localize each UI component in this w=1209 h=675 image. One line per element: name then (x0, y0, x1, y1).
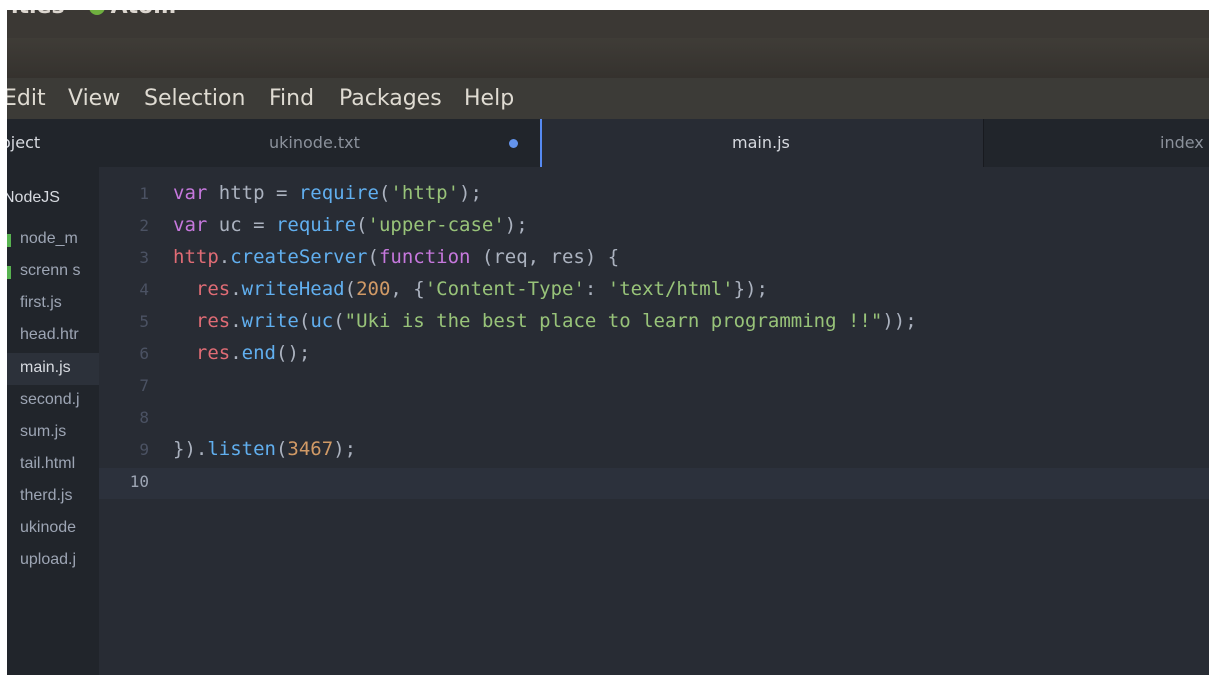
menu-help[interactable]: Help (464, 86, 514, 111)
code-line[interactable]: 4 res.writeHead(200, {'Content-Type': 't… (99, 276, 1209, 307)
tree-view: NodeJS node_m screnn s first.js head.htr… (7, 167, 99, 675)
tree-item-first-js[interactable]: first.js (7, 288, 99, 320)
tree-item-label: ukinode (20, 519, 77, 536)
code-line[interactable]: 9 }).listen(3467); (99, 436, 1209, 467)
tree-item-node-modules[interactable]: node_m (7, 224, 99, 256)
code-text: var http = require('http'); (173, 182, 482, 204)
line-number: 5 (139, 312, 149, 331)
line-number: 8 (139, 408, 149, 427)
code-line[interactable]: 2 var uc = require('upper-case'); (99, 212, 1209, 243)
tree-item-screen-shots[interactable]: screnn s (7, 256, 99, 288)
tab-project-label: oject (7, 133, 41, 152)
code-line[interactable]: 7 (99, 372, 1209, 403)
tree-item-label: node_m (20, 230, 78, 247)
window-title-bar (7, 38, 1209, 78)
line-number: 4 (139, 280, 149, 299)
tree-item-label: sum.js (20, 423, 67, 440)
code-line[interactable]: 6 res.end(); (99, 340, 1209, 371)
tree-item-ukinode[interactable]: ukinode (7, 513, 99, 545)
tree-item-second-js[interactable]: second.j (7, 385, 99, 417)
menu-view[interactable]: View (68, 86, 120, 111)
code-line[interactable]: 3 http.createServer(function (req, res) … (99, 244, 1209, 275)
line-number: 1 (139, 184, 149, 203)
tab-label: main.js (732, 133, 790, 152)
code-editor[interactable]: 1 var http = require('http'); 2 var uc =… (99, 167, 1209, 675)
menu-edit[interactable]: Edit (7, 86, 46, 111)
code-text: res.write(uc("Uki is the best place to l… (195, 310, 917, 332)
tree-item-tail-html[interactable]: tail.html (7, 449, 99, 481)
code-line[interactable]: 8 (99, 404, 1209, 435)
tab-main-js[interactable]: main.js (540, 119, 983, 167)
tree-item-label: tail.html (20, 455, 76, 472)
line-number: 3 (139, 248, 149, 267)
tab-label: ukinode.txt (269, 133, 360, 152)
tree-item-label: second.j (20, 391, 80, 408)
tree-item-label: screnn s (20, 262, 81, 279)
code-text: }).listen(3467); (173, 438, 357, 460)
modified-dot-icon[interactable] (509, 139, 518, 148)
system-top-bar: ities Atom (7, 10, 1209, 38)
tab-ukinode-txt[interactable]: ukinode.txt (99, 119, 540, 167)
line-number: 7 (139, 376, 149, 395)
menu-packages[interactable]: Packages (339, 86, 442, 111)
tab-project[interactable]: oject (7, 119, 99, 167)
code-text: res.end(); (195, 342, 311, 364)
app-name-label[interactable]: Atom (111, 10, 177, 19)
system-bar-text: ities Atom (11, 10, 176, 19)
tree-item-label: therd.js (20, 487, 73, 504)
folder-icon (7, 234, 11, 247)
tab-bar: oject ukinode.txt main.js index (7, 119, 1209, 167)
tree-item-label: first.js (20, 294, 62, 311)
atom-app-icon (88, 10, 105, 15)
line-number: 6 (139, 344, 149, 363)
menu-selection[interactable]: Selection (144, 86, 245, 111)
tree-item-upload-js[interactable]: upload.j (7, 545, 99, 577)
tree-root-label: NodeJS (7, 189, 60, 206)
line-number: 2 (139, 216, 149, 235)
tree-item-head-html[interactable]: head.htr (7, 320, 99, 352)
tree-root-folder[interactable]: NodeJS (7, 183, 99, 215)
tab-index[interactable]: index (983, 119, 1209, 167)
tree-item-label: main.js (20, 359, 71, 376)
tab-label: index (1160, 133, 1204, 152)
activities-label[interactable]: ities (11, 10, 65, 19)
tree-item-label: upload.j (20, 551, 77, 568)
atom-window: ities Atom Edit View Selection Find Packa… (7, 10, 1209, 675)
tree-item-therd-js[interactable]: therd.js (7, 481, 99, 513)
code-line[interactable]: 5 res.write(uc("Uki is the best place to… (99, 308, 1209, 339)
code-text: res.writeHead(200, {'Content-Type': 'tex… (195, 278, 768, 300)
line-number: 9 (139, 440, 149, 459)
menu-find[interactable]: Find (269, 86, 314, 111)
tree-item-label: head.htr (20, 326, 79, 343)
code-line[interactable]: 1 var http = require('http'); (99, 180, 1209, 211)
menu-bar: Edit View Selection Find Packages Help (7, 78, 1209, 119)
tree-item-main-js[interactable]: main.js (7, 353, 99, 385)
code-text: var uc = require('upper-case'); (173, 214, 528, 236)
code-line-current[interactable]: 10 (99, 468, 1209, 499)
code-text: http.createServer(function (req, res) { (173, 246, 620, 268)
line-number: 10 (129, 472, 149, 491)
folder-icon (7, 266, 11, 279)
tree-item-sum-js[interactable]: sum.js (7, 417, 99, 449)
